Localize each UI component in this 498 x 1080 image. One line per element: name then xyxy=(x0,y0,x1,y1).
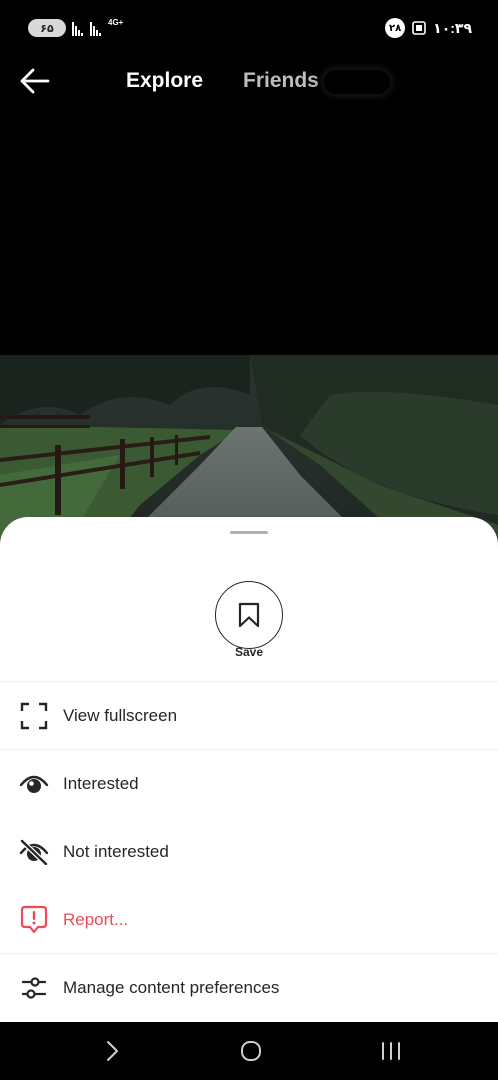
menu-item-report[interactable]: Report... xyxy=(0,886,498,954)
menu-label-view-fullscreen: View fullscreen xyxy=(63,706,178,725)
report-icon xyxy=(18,904,50,936)
bookmark-icon xyxy=(238,602,260,628)
obscured-avatar xyxy=(324,70,390,94)
back-button[interactable] xyxy=(18,66,52,96)
menu-label-manage-content-preferences: Manage content preferences xyxy=(63,978,280,997)
notification-count-badge: ۲۸ xyxy=(385,18,406,38)
nav-recents-button[interactable] xyxy=(371,1034,411,1068)
menu-label-not-interested: Not interested xyxy=(63,842,169,861)
home-circle-icon xyxy=(241,1041,261,1061)
menu-item-view-fullscreen[interactable]: View fullscreen xyxy=(0,682,498,750)
menu-label-report: Report... xyxy=(63,910,129,929)
system-nav-bar xyxy=(0,1022,498,1080)
signal-strength-icon-2 xyxy=(90,20,101,36)
menu-label-interested: Interested xyxy=(63,774,139,793)
save-label: Save xyxy=(234,645,264,659)
menu-item-not-interested[interactable]: Not interested xyxy=(0,818,498,886)
screenshot-icon xyxy=(412,21,426,35)
status-bar: ۶۵ 4G+ ۲۸ ۱۰:۳۹ xyxy=(0,0,498,46)
arrow-left-icon xyxy=(20,68,50,94)
network-type: 4G+ xyxy=(108,18,124,27)
battery-level: ۶۵ xyxy=(40,22,54,35)
nav-home-button[interactable] xyxy=(231,1034,271,1068)
nav-back-button[interactable] xyxy=(92,1034,132,1068)
eye-off-icon xyxy=(18,836,50,868)
menu-item-manage-content-preferences[interactable]: Manage content preferences xyxy=(0,954,498,1022)
battery-indicator: ۶۵ xyxy=(28,19,66,37)
eye-icon xyxy=(18,768,50,800)
save-button[interactable] xyxy=(215,581,283,649)
menu-item-interested[interactable]: Interested xyxy=(0,750,498,818)
recents-icon xyxy=(382,1042,400,1060)
drag-handle[interactable] xyxy=(230,531,268,534)
tab-explore[interactable]: Explore xyxy=(126,69,203,93)
sliders-icon xyxy=(18,972,50,1004)
options-sheet: Save View fullscreen Interested Not inte… xyxy=(0,517,498,1022)
top-nav: Explore Friends xyxy=(0,46,498,118)
signal-strength-icon xyxy=(72,20,83,36)
fullscreen-icon xyxy=(18,700,50,732)
chevron-right-icon xyxy=(107,1041,118,1061)
clock: ۱۰:۳۹ xyxy=(433,19,472,36)
status-right: ۲۸ ۱۰:۳۹ xyxy=(385,18,472,38)
tab-friends[interactable]: Friends xyxy=(243,69,319,93)
